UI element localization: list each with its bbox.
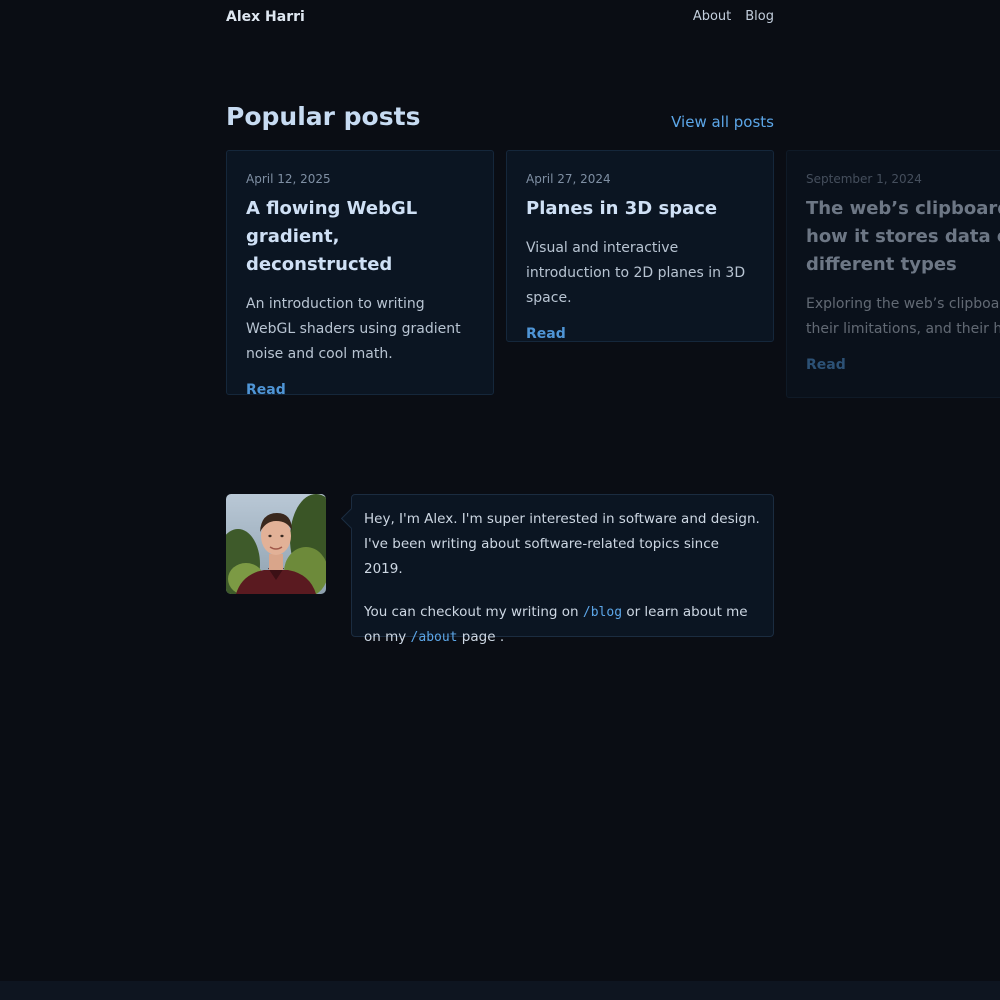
intro-bubble: Hey, I'm Alex. I'm super interested in s… (340, 494, 774, 645)
post-description: An introduction to writing WebGL shaders… (246, 296, 461, 362)
about-link[interactable]: /about (411, 630, 458, 645)
top-nav: About Blog (693, 9, 774, 24)
intro-text: page . (457, 629, 505, 645)
popular-posts-header: Popular posts View all posts (226, 102, 774, 136)
blog-link[interactable]: /blog (583, 605, 622, 620)
post-card[interactable]: April 12, 2025 A flowing WebGL gradient,… (226, 150, 494, 398)
popular-posts-title: Popular posts (226, 102, 421, 131)
nav-about-link[interactable]: About (693, 9, 731, 24)
author-intro: Hey, I'm Alex. I'm super interested in s… (226, 494, 774, 645)
site-name-link[interactable]: Alex Harri (226, 9, 305, 25)
popular-posts-carousel: April 12, 2025 A flowing WebGL gradient,… (226, 150, 1000, 410)
intro-links-paragraph: You can checkout my writing on /blog or … (364, 600, 761, 650)
read-link[interactable]: Read (526, 326, 566, 342)
view-all-posts-link[interactable]: View all posts (671, 113, 774, 131)
post-date: April 12, 2025 (246, 172, 331, 186)
read-link[interactable]: Read (806, 357, 846, 373)
nav-blog-link[interactable]: Blog (745, 9, 774, 24)
post-title[interactable]: Planes in 3D space (526, 195, 754, 223)
post-card[interactable]: April 27, 2024 Planes in 3D space Visual… (506, 150, 774, 342)
post-description: Visual and interactive introduction to 2… (526, 240, 746, 306)
post-description: Exploring the web’s clipboard APIs, thei… (806, 296, 1000, 337)
post-date: April 27, 2024 (526, 172, 611, 186)
read-link[interactable]: Read (246, 382, 286, 398)
site-header: Alex Harri About Blog (226, 0, 774, 36)
intro-text: You can checkout my writing on (364, 604, 583, 620)
post-date: September 1, 2024 (806, 172, 922, 186)
post-title[interactable]: A flowing WebGL gradient, deconstructed (246, 195, 474, 279)
portrait-photo-icon (226, 494, 326, 594)
footer-edge (0, 981, 1000, 1000)
post-title[interactable]: The web’s clipboard, and how it stores d… (806, 195, 1000, 279)
page: Alex Harri About Blog Popular posts View… (0, 0, 1000, 1000)
avatar (226, 494, 326, 594)
intro-paragraph: Hey, I'm Alex. I'm super interested in s… (364, 511, 760, 577)
post-card[interactable]: September 1, 2024 The web’s clipboard, a… (786, 150, 1000, 398)
bubble-tail (340, 507, 363, 530)
